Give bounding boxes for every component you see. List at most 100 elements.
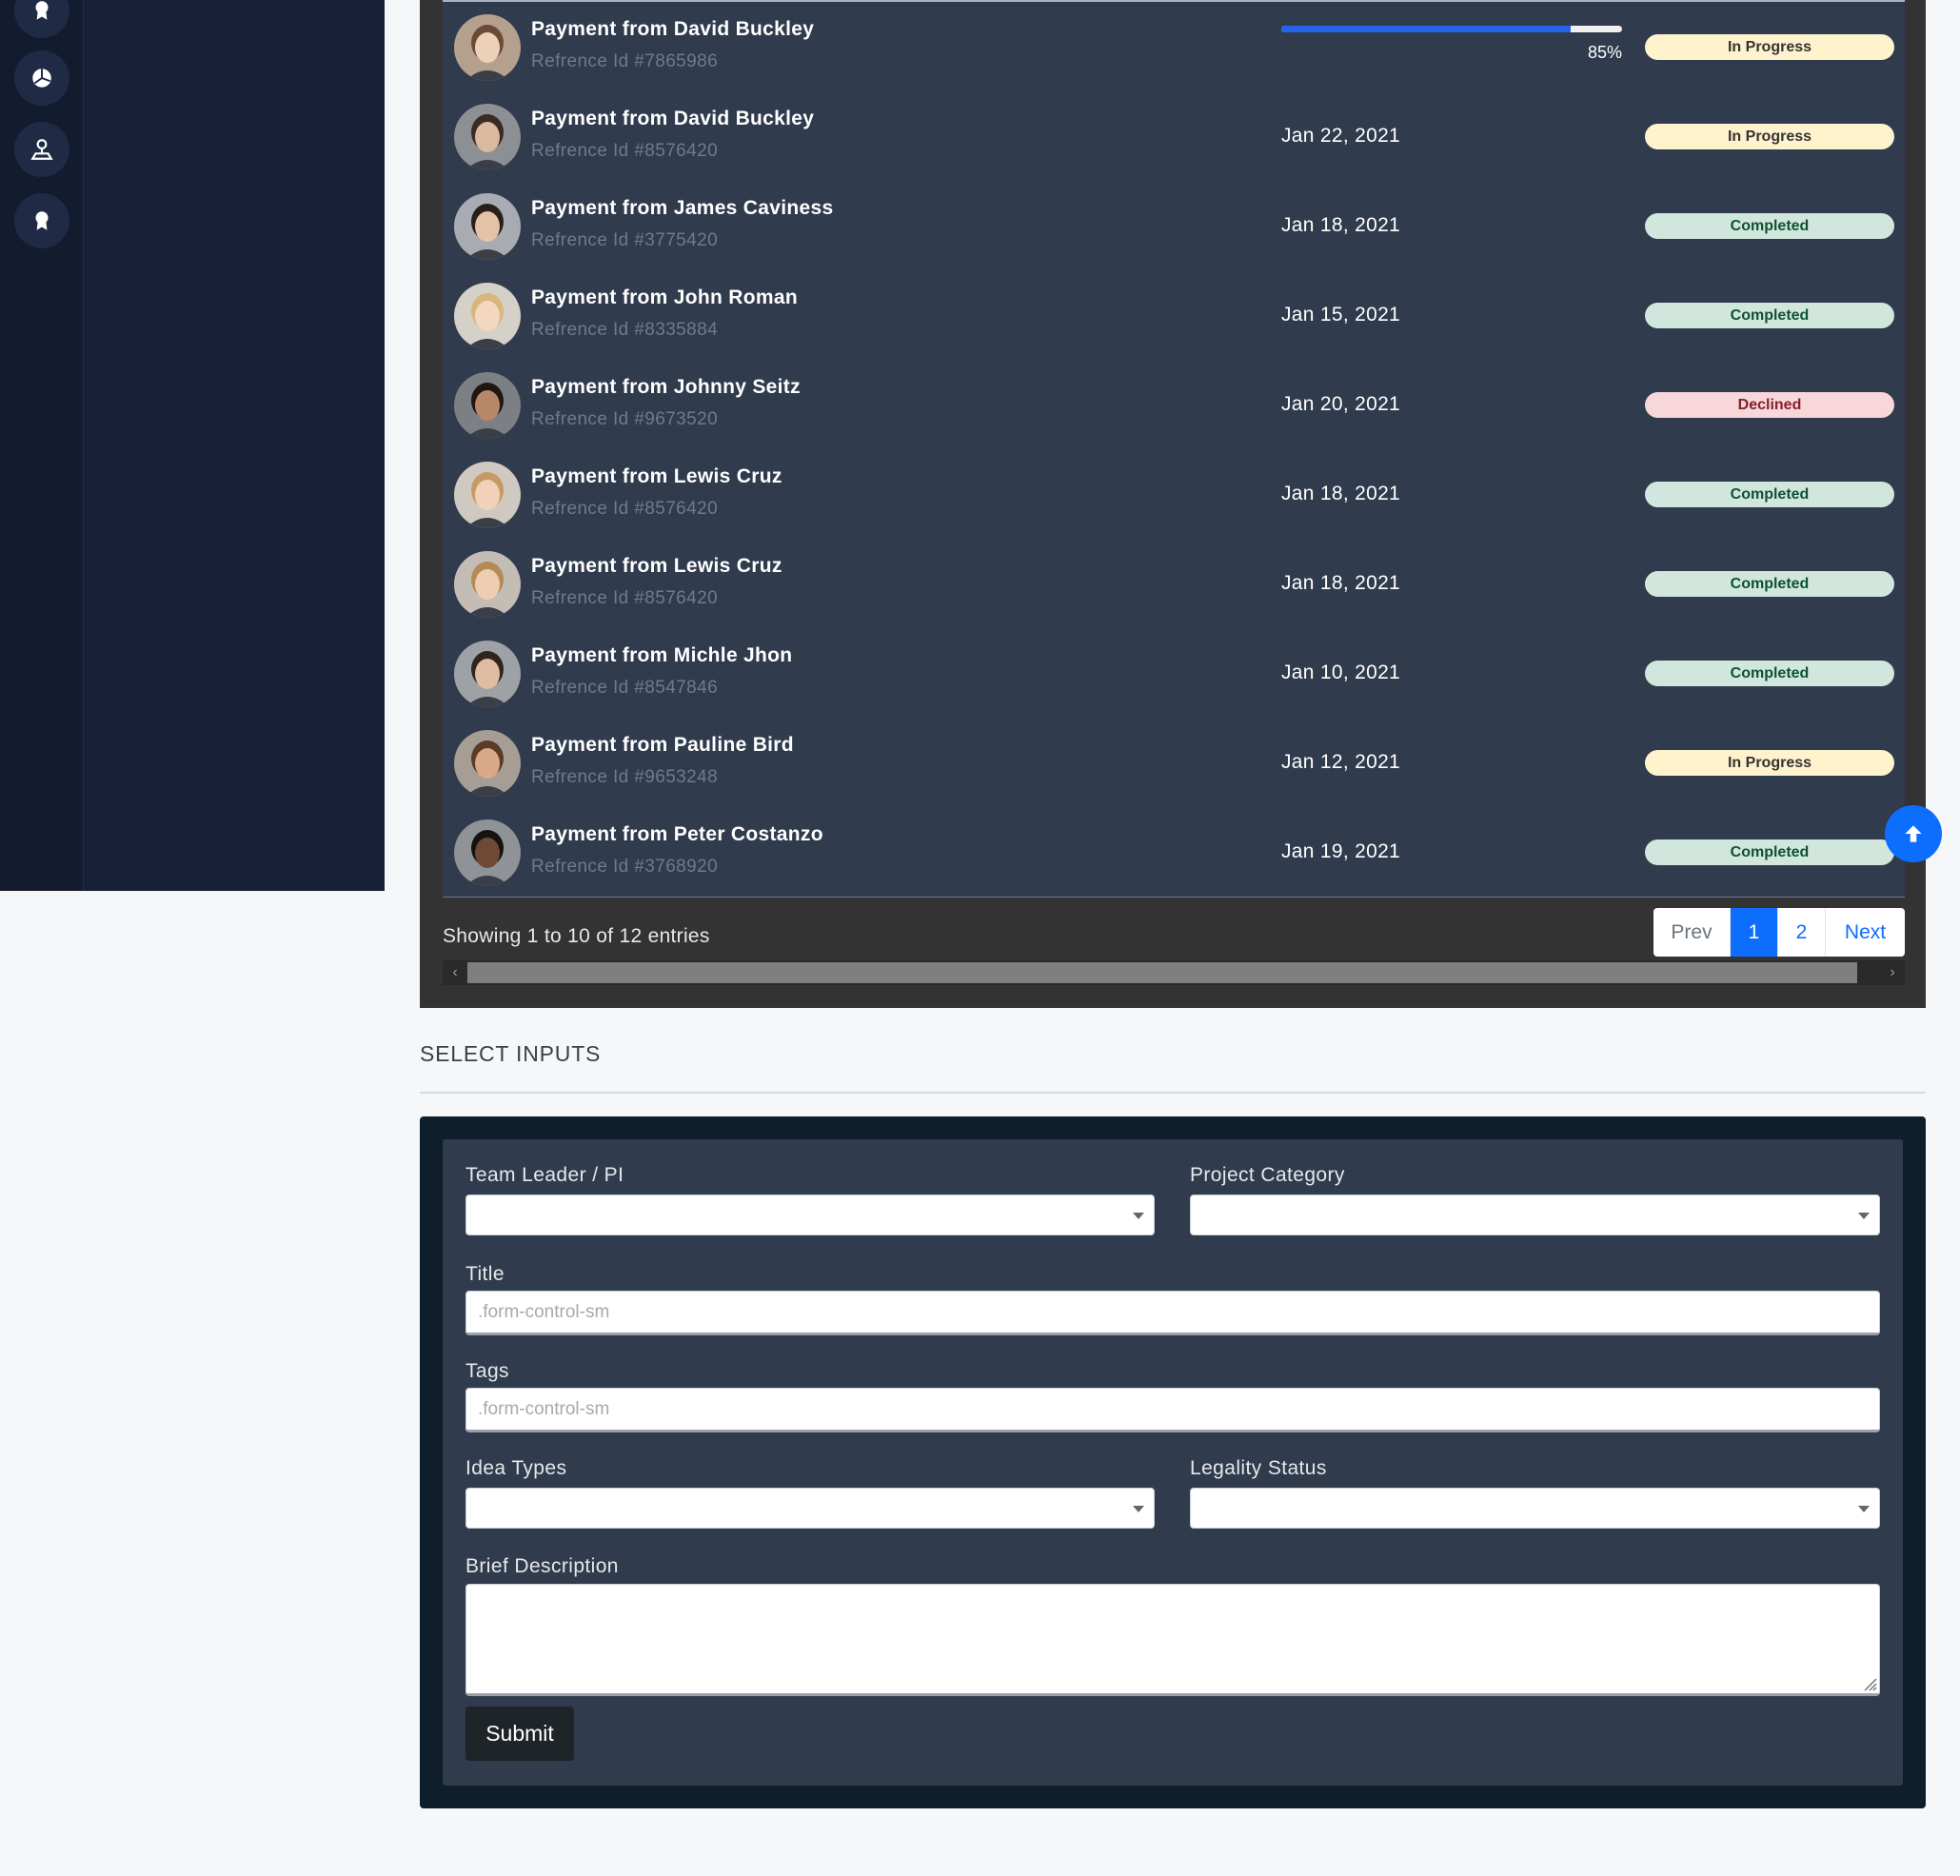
table-row[interactable]: Payment from David Buckley Refrence Id #7…: [443, 2, 1905, 91]
scrollbar-thumb[interactable]: [467, 962, 1857, 983]
resize-handle-icon[interactable]: [1860, 1674, 1877, 1691]
payment-reference-id: Refrence Id #8576420: [531, 588, 719, 608]
payment-reference-id: Refrence Id #8335884: [531, 320, 719, 340]
payment-date: Jan 19, 2021: [1281, 840, 1401, 862]
payment-title: Payment from Lewis Cruz: [531, 555, 782, 577]
team-leader-label: Team Leader / PI: [465, 1164, 624, 1186]
table-row[interactable]: Payment from John Roman Refrence Id #8335…: [443, 270, 1905, 360]
payment-date: Jan 10, 2021: [1281, 662, 1401, 683]
avatar: [454, 730, 521, 797]
submit-button[interactable]: Submit: [465, 1707, 574, 1761]
payment-title: Payment from David Buckley: [531, 18, 815, 40]
rail-button-charts[interactable]: [14, 50, 69, 106]
legality-status-select[interactable]: [1190, 1488, 1880, 1529]
avatar: [454, 283, 521, 349]
table-row[interactable]: Payment from Lewis Cruz Refrence Id #8576…: [443, 449, 1905, 539]
scroll-to-top-button[interactable]: [1885, 805, 1942, 862]
payment-date: Jan 18, 2021: [1281, 214, 1401, 236]
team-leader-select[interactable]: [465, 1195, 1155, 1235]
payment-progress-bar: [1281, 26, 1622, 32]
table-row[interactable]: Payment from Johnny Seitz Refrence Id #96…: [443, 360, 1905, 449]
avatar: [454, 193, 521, 260]
idea-types-label: Idea Types: [465, 1457, 567, 1479]
payment-title: Payment from Johnny Seitz: [531, 376, 801, 398]
payment-reference-id: Refrence Id #9653248: [531, 767, 719, 787]
pagination-page-2[interactable]: 2: [1778, 908, 1826, 957]
payments-table: Payment from David Buckley Refrence Id #7…: [443, 0, 1905, 898]
payment-reference-id: Refrence Id #9673520: [531, 409, 719, 429]
payment-reference-id: Refrence Id #8576420: [531, 499, 719, 519]
status-badge: Completed: [1645, 839, 1894, 865]
avatar: [454, 104, 521, 170]
avatar: [454, 551, 521, 618]
table-row[interactable]: Payment from Peter Costanzo Refrence Id #…: [443, 807, 1905, 897]
horizontal-scrollbar[interactable]: ‹ ›: [443, 960, 1905, 985]
payment-title: Payment from Lewis Cruz: [531, 465, 782, 487]
rail-button-users[interactable]: [14, 122, 69, 177]
table-row[interactable]: Payment from David Buckley Refrence Id #8…: [443, 91, 1905, 181]
payment-date: Jan 20, 2021: [1281, 393, 1401, 415]
payment-title: Payment from Michle Jhon: [531, 644, 793, 666]
chevron-down-icon: [1858, 1213, 1870, 1219]
scroll-left-arrow-icon[interactable]: ‹: [443, 960, 467, 985]
avatar: [454, 641, 521, 707]
status-badge: In Progress: [1645, 750, 1894, 776]
payment-title: Payment from John Roman: [531, 286, 798, 308]
section-divider: [420, 1092, 1926, 1094]
payment-date: Jan 22, 2021: [1281, 125, 1401, 147]
payment-title: Payment from Peter Costanzo: [531, 823, 823, 845]
pie-chart-icon: [32, 69, 51, 88]
status-badge: Declined: [1645, 392, 1894, 418]
table-row[interactable]: Payment from James Caviness Refrence Id #…: [443, 181, 1905, 270]
status-badge: In Progress: [1645, 124, 1894, 149]
arrow-up-icon: [1905, 825, 1922, 842]
entries-info: Showing 1 to 10 of 12 entries: [443, 925, 710, 947]
avatar: [454, 462, 521, 528]
sidebar-icon-rail: [0, 0, 84, 891]
project-category-select[interactable]: [1190, 1195, 1880, 1235]
table-row[interactable]: Payment from Pauline Bird Refrence Id #96…: [443, 718, 1905, 807]
payment-reference-id: Refrence Id #8547846: [531, 678, 719, 698]
payments-table-card: Payment from David Buckley Refrence Id #7…: [420, 0, 1926, 1008]
table-row[interactable]: Payment from Lewis Cruz Refrence Id #8576…: [443, 539, 1905, 628]
payment-date: Jan 12, 2021: [1281, 751, 1401, 773]
rail-button-badges[interactable]: [14, 193, 69, 248]
progress-percent-label: 85%: [1587, 43, 1622, 62]
avatar: [454, 14, 521, 81]
title-input[interactable]: .form-control-sm: [465, 1291, 1880, 1335]
brief-description-label: Brief Description: [465, 1555, 619, 1577]
payment-reference-id: Refrence Id #3775420: [531, 230, 719, 250]
status-badge: In Progress: [1645, 34, 1894, 60]
status-badge: Completed: [1645, 213, 1894, 239]
payment-title: Payment from Pauline Bird: [531, 734, 794, 756]
payment-date: Jan 15, 2021: [1281, 304, 1401, 326]
chevron-down-icon: [1858, 1506, 1870, 1512]
payment-date: Jan 18, 2021: [1281, 572, 1401, 594]
pagination-next-button[interactable]: Next: [1826, 908, 1905, 957]
tags-input[interactable]: .form-control-sm: [465, 1388, 1880, 1432]
user-stand-icon: [30, 139, 53, 160]
project-form: Team Leader / PI Project Category Title …: [443, 1139, 1903, 1786]
pagination-prev-button[interactable]: Prev: [1653, 908, 1731, 957]
status-badge: Completed: [1645, 482, 1894, 507]
select-inputs-card: Team Leader / PI Project Category Title …: [420, 1116, 1926, 1808]
payment-reference-id: Refrence Id #7865986: [531, 51, 719, 71]
title-label: Title: [465, 1263, 505, 1285]
status-badge: Completed: [1645, 303, 1894, 328]
chevron-down-icon: [1133, 1506, 1144, 1512]
pagination-page-1[interactable]: 1: [1731, 908, 1778, 957]
payment-date: Jan 18, 2021: [1281, 483, 1401, 504]
sidebar: [0, 0, 385, 891]
pagination: Prev 1 2 Next: [1653, 908, 1905, 957]
rail-button-awards[interactable]: [14, 0, 69, 38]
scroll-right-arrow-icon[interactable]: ›: [1880, 960, 1905, 985]
idea-types-select[interactable]: [465, 1488, 1155, 1529]
payment-title: Payment from James Caviness: [531, 197, 834, 219]
table-row[interactable]: Payment from Michle Jhon Refrence Id #854…: [443, 628, 1905, 718]
status-badge: Completed: [1645, 571, 1894, 597]
avatar: [454, 372, 521, 439]
section-title: SELECT INPUTS: [420, 1041, 602, 1066]
brief-description-textarea[interactable]: [465, 1584, 1880, 1696]
project-category-label: Project Category: [1190, 1164, 1345, 1186]
payment-reference-id: Refrence Id #3768920: [531, 857, 719, 877]
